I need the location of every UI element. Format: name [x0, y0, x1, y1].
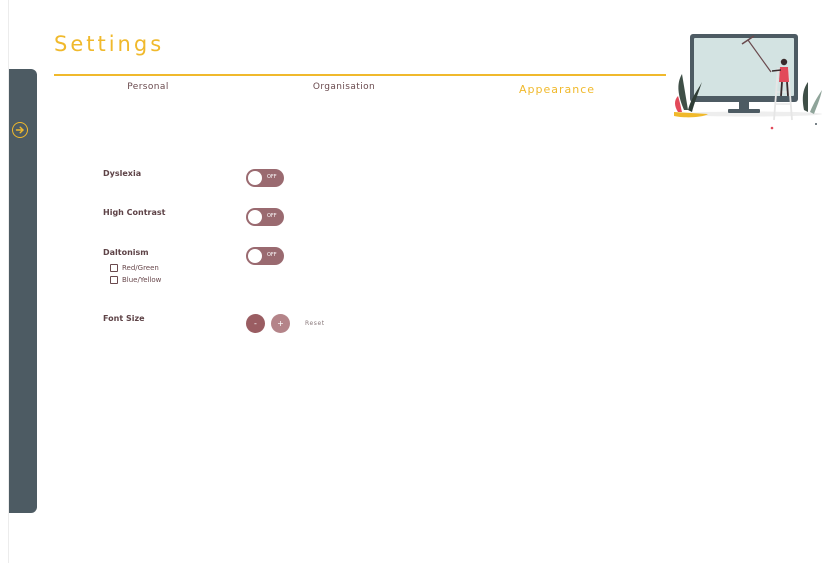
red-green-checkbox[interactable]	[110, 264, 118, 272]
toggle-state-text: OFF	[267, 174, 277, 180]
toggle-state-text: OFF	[267, 252, 277, 258]
blue-yellow-label: Blue/Yellow	[122, 276, 162, 284]
red-green-option[interactable]: Red/Green	[110, 264, 159, 272]
toggle-state-text: OFF	[267, 213, 277, 219]
tabs-underline	[54, 74, 666, 76]
decrease-font-size-button[interactable]: -	[246, 314, 265, 333]
blue-yellow-checkbox[interactable]	[110, 276, 118, 284]
font-size-label: Font Size	[103, 314, 145, 323]
blue-yellow-option[interactable]: Blue/Yellow	[110, 276, 161, 284]
page-title: Settings	[54, 32, 165, 56]
daltonism-label: Daltonism	[103, 248, 149, 257]
toggle-knob	[248, 171, 262, 185]
reset-font-size-link[interactable]: Reset	[305, 320, 325, 327]
dyslexia-toggle[interactable]: OFF	[246, 169, 284, 187]
monitor-cleaning-illustration	[674, 34, 822, 130]
sidebar	[9, 69, 37, 513]
daltonism-toggle[interactable]: OFF	[246, 247, 284, 265]
toggle-knob	[248, 249, 262, 263]
tab-organisation[interactable]: Organisation	[313, 82, 375, 92]
high-contrast-label: High Contrast	[103, 208, 166, 217]
high-contrast-toggle[interactable]: OFF	[246, 208, 284, 226]
tab-personal[interactable]: Personal	[127, 82, 168, 92]
red-green-label: Red/Green	[122, 264, 159, 272]
increase-font-size-button[interactable]: +	[271, 314, 290, 333]
arrow-right-circle-icon	[15, 126, 24, 134]
tab-appearance[interactable]: Appearance	[519, 83, 595, 96]
dyslexia-label: Dyslexia	[103, 169, 142, 178]
toggle-knob	[248, 210, 262, 224]
sidebar-expand-button[interactable]	[12, 122, 28, 138]
